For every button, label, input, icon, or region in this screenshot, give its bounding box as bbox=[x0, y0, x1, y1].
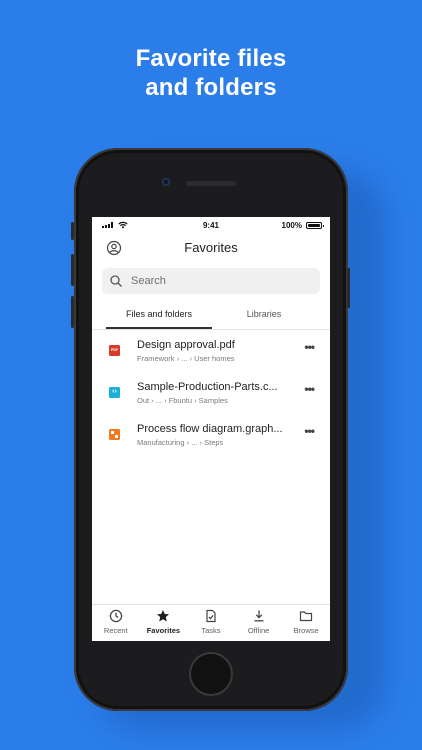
search-input[interactable]: Search bbox=[102, 268, 320, 294]
front-camera bbox=[162, 178, 170, 186]
more-options-icon[interactable]: ••• bbox=[304, 382, 315, 396]
nav-label: Tasks bbox=[201, 626, 221, 635]
nav-label: Recent bbox=[103, 626, 128, 635]
volume-down-button bbox=[71, 296, 74, 328]
download-icon bbox=[254, 610, 264, 622]
file-name: Sample-Production-Parts.c... bbox=[137, 381, 278, 393]
nav-label: Favorites bbox=[146, 626, 181, 635]
more-options-icon[interactable]: ••• bbox=[304, 424, 315, 438]
tab-libraries[interactable]: Libraries bbox=[212, 309, 316, 319]
phone-screen: 9:41 100% Favorites Search Files and fol… bbox=[92, 217, 330, 641]
status-bar: 9:41 100% bbox=[92, 217, 330, 234]
top-bar: Favorites bbox=[92, 237, 330, 261]
nav-label: Offline bbox=[247, 626, 270, 635]
battery-percent: 100% bbox=[281, 221, 302, 230]
file-row[interactable]: Process flow diagram.graph... Manufactur… bbox=[92, 421, 330, 463]
volume-up-button bbox=[71, 254, 74, 286]
earpiece-speaker bbox=[186, 181, 236, 186]
nav-favorites[interactable]: Favorites bbox=[140, 609, 188, 635]
file-name: Process flow diagram.graph... bbox=[137, 423, 283, 435]
active-tab-indicator bbox=[106, 327, 212, 329]
diagram-icon bbox=[109, 429, 120, 440]
more-options-icon[interactable]: ••• bbox=[304, 340, 315, 354]
nav-browse[interactable]: Browse bbox=[282, 609, 330, 635]
task-icon bbox=[206, 609, 216, 623]
nav-recent[interactable]: Recent bbox=[92, 609, 140, 635]
file-path: Manufacturing › ... › Steps bbox=[137, 438, 224, 447]
headline-line-1: Favorite files bbox=[135, 45, 287, 72]
file-row[interactable]: Sample-Production-Parts.c... Out › ... ›… bbox=[92, 379, 330, 421]
search-placeholder: Search bbox=[131, 275, 166, 287]
battery-icon bbox=[306, 222, 324, 229]
headline: Favorite files and folders bbox=[0, 44, 422, 102]
file-path: Framework › ... › User homes bbox=[137, 354, 235, 363]
nav-tasks[interactable]: Tasks bbox=[187, 609, 235, 635]
mute-switch bbox=[71, 222, 74, 240]
nav-offline[interactable]: Offline bbox=[235, 609, 283, 635]
power-button bbox=[347, 268, 350, 308]
code-file-icon bbox=[109, 387, 120, 398]
page-title: Favorites bbox=[184, 240, 238, 255]
tab-files-and-folders[interactable]: Files and folders bbox=[106, 309, 212, 319]
file-row[interactable]: Design approval.pdf Framework › ... › Us… bbox=[92, 337, 330, 379]
bottom-navigation: Recent Favorites Tasks Offline Browse bbox=[92, 604, 330, 641]
file-name: Design approval.pdf bbox=[137, 339, 235, 351]
file-path: Out › ... › Fbuntu › Samples bbox=[137, 396, 228, 405]
star-icon bbox=[157, 610, 170, 622]
pdf-icon bbox=[109, 345, 120, 356]
headline-line-2: and folders bbox=[145, 74, 277, 101]
folder-icon bbox=[300, 611, 313, 622]
nav-label: Browse bbox=[293, 626, 319, 635]
home-button[interactable] bbox=[189, 652, 233, 696]
clock-icon bbox=[109, 609, 123, 623]
tab-bar: Files and folders Libraries bbox=[92, 304, 330, 330]
search-icon bbox=[110, 275, 122, 287]
